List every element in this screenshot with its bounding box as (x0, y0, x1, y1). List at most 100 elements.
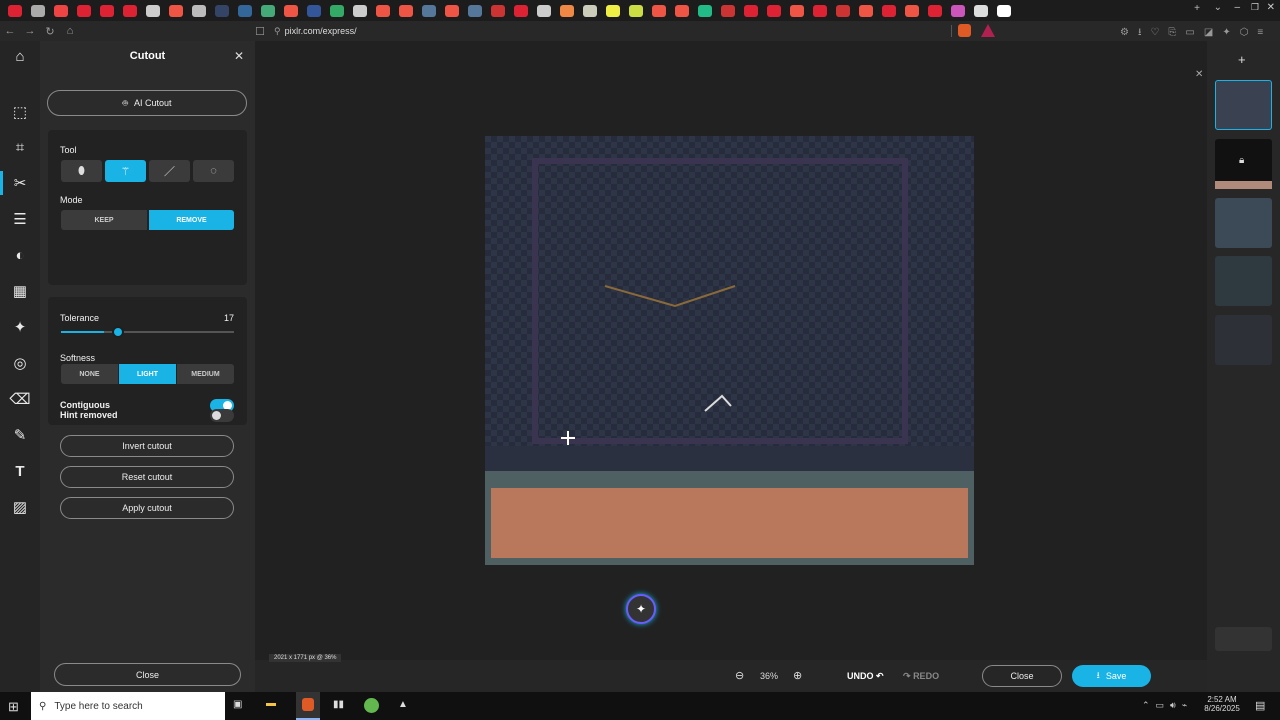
hint-removed-toggle[interactable] (210, 409, 234, 422)
brave-shield-icon[interactable] (958, 24, 971, 37)
new-tab-icon[interactable]: + (1194, 3, 1200, 14)
text-icon[interactable]: T (10, 461, 30, 481)
tab-favicon[interactable] (835, 4, 850, 17)
tab-favicon[interactable] (30, 4, 45, 17)
url-text[interactable]: pixlr.com/express/ (285, 26, 357, 36)
tab-favicon[interactable] (398, 4, 413, 17)
green-app-icon[interactable] (364, 698, 379, 713)
tool-brush-button[interactable]: ／ (149, 160, 190, 182)
home-browser-icon[interactable]: ⌂ (60, 25, 80, 37)
task-view-icon[interactable]: ▣ (233, 699, 242, 710)
spiral-icon[interactable]: ◎ (10, 353, 30, 373)
tab-favicon[interactable] (651, 4, 666, 17)
scissors-icon[interactable]: ✂ (10, 173, 30, 193)
forward-icon[interactable]: → (20, 25, 40, 37)
hatch-icon[interactable]: ▨ (10, 497, 30, 517)
site-info-icon[interactable]: ⚲ (274, 26, 281, 37)
tab-favicon[interactable] (950, 4, 965, 17)
tab-favicon[interactable] (973, 4, 988, 17)
tab-favicon[interactable] (513, 4, 528, 17)
sparkle-icon[interactable]: ✦ (10, 317, 30, 337)
zoom-in-icon[interactable]: ⊕ (793, 669, 802, 682)
file-explorer-icon[interactable]: ▬ (266, 698, 276, 709)
contrast-icon[interactable]: ◐ (10, 245, 30, 265)
tab-favicon[interactable] (76, 4, 91, 17)
layer-thumb[interactable] (1215, 80, 1272, 130)
audio-app-icon[interactable]: ▮▮ (333, 699, 344, 710)
tab-favicon[interactable] (881, 4, 896, 17)
canvas-image[interactable] (485, 136, 974, 565)
tab-favicon[interactable] (191, 4, 206, 17)
panel-close-button[interactable]: Close (54, 663, 241, 686)
tab-favicon[interactable] (168, 4, 183, 17)
brush-icon[interactable]: ✎ (10, 425, 30, 445)
canvas-close-icon[interactable]: ✕ (1195, 69, 1203, 80)
reset-cutout-button[interactable]: Reset cutout (60, 466, 234, 488)
windows-start-icon[interactable]: ⊞ (8, 699, 19, 715)
tab-favicon[interactable] (720, 4, 735, 17)
canvas-area[interactable]: ✦ ✕ (255, 41, 1207, 660)
back-icon[interactable]: ← (0, 25, 20, 37)
eraser-icon[interactable]: ⌫ (9, 389, 30, 409)
tab-favicon[interactable] (996, 4, 1011, 17)
window-close-icon[interactable]: ✕ (1267, 2, 1275, 13)
zoom-out-icon[interactable]: ⊖ (735, 669, 744, 682)
tab-favicon[interactable] (605, 4, 620, 17)
tab-favicon[interactable] (789, 4, 804, 17)
tab-favicon[interactable] (582, 4, 597, 17)
mode-remove-button[interactable]: REMOVE (149, 210, 234, 230)
mode-keep-button[interactable]: KEEP (61, 210, 147, 230)
zoom-level[interactable]: 36% (760, 671, 778, 681)
select-arrow-icon[interactable]: ⬚ (10, 102, 30, 122)
tab-favicon[interactable] (444, 4, 459, 17)
tab-favicon[interactable] (329, 4, 344, 17)
tolerance-track[interactable] (61, 326, 234, 338)
layer-thumb-background[interactable] (1215, 627, 1272, 651)
system-tray-icons[interactable]: ⌃▭🔊︎⌁ (1142, 700, 1193, 711)
softness-light-button[interactable]: LIGHT (119, 364, 176, 384)
brave-taskbar-icon[interactable] (296, 692, 320, 720)
restore-icon[interactable]: ❐ (1251, 2, 1259, 13)
tab-favicon[interactable] (467, 4, 482, 17)
layer-thumb[interactable] (1215, 256, 1272, 306)
redo-button[interactable]: ↷ REDO (903, 671, 939, 682)
tool-magic-wand-button[interactable]: ⚚ (105, 160, 146, 182)
undo-button[interactable]: UNDO ↶ (847, 671, 884, 682)
tab-favicon[interactable] (237, 4, 252, 17)
layer-thumb[interactable] (1215, 315, 1272, 365)
rewards-icon[interactable] (981, 24, 995, 37)
invert-cutout-button[interactable]: Invert cutout (60, 435, 234, 457)
notification-icon[interactable]: ▤ (1255, 699, 1265, 712)
ai-assistant-button[interactable]: ✦ (626, 594, 656, 624)
tolerance-knob[interactable] (112, 326, 124, 338)
layer-thumb[interactable] (1215, 198, 1272, 248)
clock[interactable]: 2:52 AM 8/26/2025 (1202, 695, 1242, 713)
layer-thumb-locked[interactable]: 🔒︎ (1215, 139, 1272, 189)
home-icon[interactable]: ⌂ (10, 46, 30, 66)
tab-favicon[interactable] (743, 4, 758, 17)
tool-lasso-button[interactable]: ◌ (193, 160, 234, 182)
bookmark-icon[interactable]: ☐ (250, 25, 270, 38)
add-layer-icon[interactable]: + (1238, 52, 1246, 67)
tab-favicon[interactable] (904, 4, 919, 17)
tab-favicon[interactable] (536, 4, 551, 17)
tab-list-icon[interactable]: ⌄ (1214, 2, 1222, 13)
tab-favicon[interactable] (214, 4, 229, 17)
tab-favicon[interactable] (7, 4, 22, 17)
tool-eraser-button[interactable]: ⬮ (61, 160, 102, 182)
crop-icon[interactable]: ⌗ (10, 137, 30, 157)
tab-favicon[interactable] (260, 4, 275, 17)
ai-cutout-button[interactable]: 🤖︎ AI Cutout (47, 90, 247, 116)
minimize-icon[interactable]: – (1234, 2, 1240, 13)
softness-none-button[interactable]: NONE (61, 364, 118, 384)
tab-favicon[interactable] (306, 4, 321, 17)
tab-favicon[interactable] (858, 4, 873, 17)
save-button[interactable]: ⭳ Save (1072, 665, 1151, 687)
tab-favicon[interactable] (674, 4, 689, 17)
apply-cutout-button[interactable]: Apply cutout (60, 497, 234, 519)
tab-favicon[interactable] (53, 4, 68, 17)
tab-favicon[interactable] (628, 4, 643, 17)
filter-grid-icon[interactable]: ▦ (10, 281, 30, 301)
tab-favicon[interactable] (145, 4, 160, 17)
extensions-icons[interactable]: ⚙⭳♡⎘▭◪✦⬡≡ (1120, 25, 1272, 42)
